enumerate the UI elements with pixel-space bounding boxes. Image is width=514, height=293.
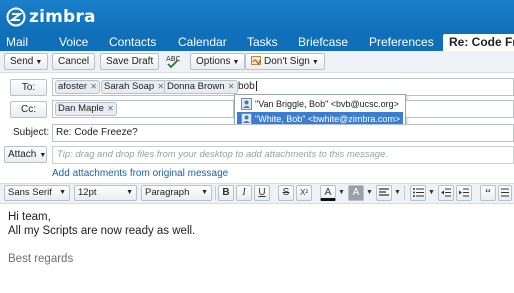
autocomplete-option[interactable]: "Van Briggle, Bob" <bvb@ucsc.org> [237,97,403,111]
tab-mail[interactable]: Mail [6,34,28,51]
dont-sign-label: Don't Sign [264,56,310,67]
zimbra-logo-icon [6,7,26,27]
font-family-value: Sans Serif [8,187,52,198]
attachment-drop-zone[interactable]: Tip: drag and drop files from your deskt… [52,146,514,164]
spell-check-icon[interactable]: ABC [165,53,182,70]
text-caret [255,81,257,92]
align-dropdown-icon[interactable]: ▼ [394,189,401,196]
bold-icon[interactable]: B [218,185,234,201]
paragraph-style-value: Paragraph [145,187,190,198]
outdent-icon[interactable] [438,185,454,201]
underline-icon[interactable]: U [254,185,270,201]
indent-glyph [459,188,469,197]
attach-button[interactable]: Attach ▼ [4,146,47,163]
recipient-name: afoster [58,81,88,92]
outdent-glyph [441,188,451,197]
send-button[interactable]: Send ▼ [4,53,49,70]
chevron-down-icon: ▼ [126,189,133,196]
contact-icon [241,98,252,110]
cc-field-continuation[interactable] [406,100,514,118]
list-dropdown-icon[interactable]: ▼ [428,189,435,196]
bulleted-list-icon[interactable] [410,185,426,201]
body-line: Hi team, [8,211,51,223]
more-glyph [501,188,509,197]
tab-calendar[interactable]: Calendar [178,34,227,51]
recipient-bubble[interactable]: Dan Maple ✕ [55,102,117,116]
paragraph-style-select[interactable]: Paragraph ▼ [141,185,212,201]
autocomplete-option-text: "Van Briggle, Bob" <bvb@ucsc.org> [255,99,399,109]
attach-dropdown-icon: ▼ [39,152,47,159]
tab-compose-reply[interactable]: Re: Code Fr [443,34,514,51]
to-button[interactable]: To: [10,79,47,96]
app-header: zimbra [0,0,514,33]
align-left-glyph [379,188,389,196]
text-color-dropdown-icon[interactable]: ▼ [338,189,345,196]
cc-button[interactable]: Cc: [10,101,47,118]
highlight-color-dropdown-icon[interactable]: ▼ [366,189,373,196]
font-size-value: 12pt [78,187,97,198]
tab-tasks[interactable]: Tasks [247,34,278,51]
tab-voice[interactable]: Voice [59,34,88,51]
remove-recipient-icon[interactable]: ✕ [155,82,164,91]
recipient-bubble[interactable]: afoster ✕ [55,80,100,94]
remove-recipient-icon[interactable]: ✕ [105,104,114,113]
recipient-name: Sarah Soap [104,81,155,92]
tab-briefcase[interactable]: Briefcase [298,34,348,51]
remove-recipient-icon[interactable]: ✕ [226,82,235,91]
send-label: Send [10,56,34,67]
italic-icon[interactable]: I [236,185,252,201]
save-draft-button[interactable]: Save Draft [100,53,160,70]
autocomplete-dropdown: "Van Briggle, Bob" <bvb@ucsc.org> "White… [234,94,406,127]
options-dropdown-icon: ▼ [232,59,240,66]
message-body-editor[interactable]: Hi team, All my Scripts are now ready as… [0,204,514,293]
tab-preferences[interactable]: Preferences [369,34,434,51]
highlight-color-icon[interactable]: A [348,185,364,201]
tab-contacts[interactable]: Contacts [109,34,156,51]
bullet-list-glyph [412,188,424,197]
blockquote-icon[interactable]: “ [480,185,496,201]
send-dropdown-icon[interactable]: ▼ [35,59,42,66]
cancel-button[interactable]: Cancel [52,53,96,70]
subject-label: Subject: [13,127,50,138]
add-original-attachments-link[interactable]: Add attachments from original message [52,168,228,179]
font-size-select[interactable]: 12pt ▼ [74,185,137,201]
superscript-icon[interactable]: X² [296,185,312,201]
chevron-down-icon: ▼ [59,189,66,196]
recipient-bubble[interactable]: Sarah Soap ✕ [101,80,168,94]
toolbar-divider [215,186,216,200]
logo-text: zimbra [29,7,96,27]
to-typed-text[interactable]: bob [238,81,257,93]
strikethrough-icon[interactable]: S [278,185,294,201]
remove-recipient-icon[interactable]: ✕ [88,82,97,91]
indent-icon[interactable] [456,185,472,201]
body-line: All my Scripts are now ready as well. [8,225,196,237]
options-label: Options [196,56,231,67]
more-formatting-icon[interactable] [498,185,512,201]
zimbra-logo[interactable]: zimbra [6,6,96,28]
body-signature-line: Best regards [8,253,74,265]
autocomplete-option-text: "White, Bob" <bwhite@zimbra.com> [255,114,401,124]
svg-text:ABC: ABC [166,55,180,63]
toolbar-divider [404,186,405,200]
align-icon[interactable] [376,185,392,201]
subject-input[interactable]: Re: Code Freeze? [52,124,514,142]
options-button[interactable]: Options ▼ [190,53,246,70]
recipient-name: Dan Maple [58,103,104,114]
dont-sign-button[interactable]: Don't Sign ▼ [245,53,325,70]
font-family-select[interactable]: Sans Serif ▼ [4,185,70,201]
text-color-icon[interactable]: A [320,185,336,201]
signature-icon [251,56,261,65]
recipient-bubble[interactable]: Donna Brown ✕ [164,80,238,94]
recipient-name: Donna Brown [167,81,225,92]
app-tab-bar: Mail Voice Contacts Calendar Tasks Brief… [0,33,514,51]
cc-field[interactable]: Dan Maple ✕ [52,100,234,118]
attach-label: Attach [8,149,37,160]
dont-sign-dropdown-icon: ▼ [311,59,319,66]
chevron-down-icon: ▼ [201,189,208,196]
typed-query: bob [238,81,255,92]
